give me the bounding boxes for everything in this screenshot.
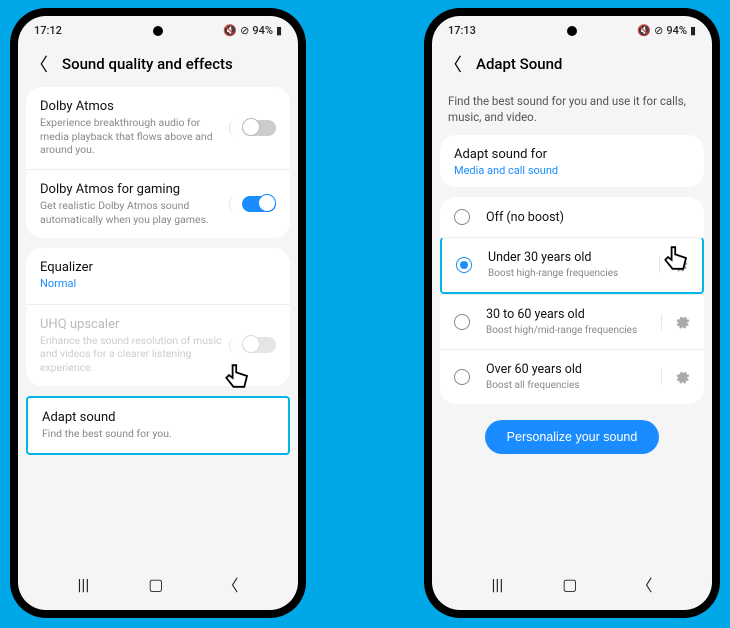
mid-sub: Boost high/mid-range frequencies xyxy=(486,324,653,337)
camera-hole xyxy=(567,26,577,36)
intro-text: Find the best sound for you and use it f… xyxy=(432,87,712,135)
page-header: 〈 Adapt Sound xyxy=(432,41,712,87)
gear-under-30[interactable] xyxy=(659,257,688,273)
under30-label: Under 30 years old xyxy=(488,250,651,265)
page-title: Adapt Sound xyxy=(476,55,562,73)
under30-sub: Boost high-range frequencies xyxy=(488,267,651,280)
back-button[interactable]: 〈 xyxy=(30,51,48,77)
dolby-card: Dolby Atmos Experience breakthrough audi… xyxy=(26,87,290,238)
over60-label: Over 60 years old xyxy=(486,362,653,377)
no-alarm-icon: ⊘ xyxy=(240,24,249,37)
page-title: Sound quality and effects xyxy=(62,55,233,73)
uhq-sub: Enhance the sound resolution of music an… xyxy=(40,334,229,375)
mute-icon: 🔇 xyxy=(637,24,651,37)
status-icons: 🔇 ⊘ 94% ▮ xyxy=(223,24,282,37)
gear-30-60[interactable] xyxy=(661,314,690,330)
dolby-gaming-title: Dolby Atmos for gaming xyxy=(40,182,229,197)
camera-hole xyxy=(153,26,163,36)
battery-icon: ▮ xyxy=(276,24,282,37)
adapt-for-title: Adapt sound for xyxy=(440,135,704,164)
status-time: 17:13 xyxy=(448,24,476,37)
gear-icon xyxy=(672,257,688,273)
adapt-for-value: Media and call sound xyxy=(440,164,704,187)
radio-over-60[interactable] xyxy=(454,369,470,385)
adapt-card-highlighted: Adapt sound Find the best sound for you. xyxy=(26,396,290,455)
nav-back[interactable]: 〈 xyxy=(636,572,652,596)
phone-right: 17:13 🔇 ⊘ 94% ▮ 〈 Adapt Sound Find the b… xyxy=(424,8,720,618)
screen-right: 17:13 🔇 ⊘ 94% ▮ 〈 Adapt Sound Find the b… xyxy=(432,16,712,610)
row-dolby-atmos[interactable]: Dolby Atmos Experience breakthrough audi… xyxy=(26,87,290,169)
eq-title: Equalizer xyxy=(40,260,276,275)
over60-sub: Boost all frequencies xyxy=(486,379,653,392)
page-header: 〈 Sound quality and effects xyxy=(18,41,298,87)
nav-back[interactable]: 〈 xyxy=(222,572,238,596)
row-off[interactable]: Off (no boost) xyxy=(440,197,704,237)
nav-bar: ||| ▢ 〈 xyxy=(18,558,298,610)
dolby-gaming-toggle[interactable] xyxy=(229,195,276,213)
battery-pct: 94% xyxy=(666,24,687,37)
uhq-title: UHQ upscaler xyxy=(40,317,229,332)
uhq-toggle xyxy=(229,336,276,354)
nav-recents[interactable]: ||| xyxy=(78,575,90,594)
radio-off[interactable] xyxy=(454,209,470,225)
radio-under-30[interactable] xyxy=(456,257,472,273)
personalize-button[interactable]: Personalize your sound xyxy=(485,420,660,454)
gear-over-60[interactable] xyxy=(661,369,690,385)
nav-home[interactable]: ▢ xyxy=(148,575,163,594)
row-over-60[interactable]: Over 60 years old Boost all frequencies xyxy=(440,349,704,404)
adapt-sub: Find the best sound for you. xyxy=(42,427,274,441)
row-equalizer[interactable]: Equalizer Normal xyxy=(26,248,290,303)
dolby-sub: Experience breakthrough audio for media … xyxy=(40,116,229,157)
eq-card: Equalizer Normal UHQ upscaler Enhance th… xyxy=(26,248,290,386)
status-icons: 🔇 ⊘ 94% ▮ xyxy=(637,24,696,37)
back-button[interactable]: 〈 xyxy=(444,51,462,77)
row-under-30[interactable]: Under 30 years old Boost high-range freq… xyxy=(440,237,704,294)
content-left: Dolby Atmos Experience breakthrough audi… xyxy=(18,87,298,558)
battery-icon: ▮ xyxy=(690,24,696,37)
phone-left: 17:12 🔇 ⊘ 94% ▮ 〈 Sound quality and effe… xyxy=(10,8,306,618)
dolby-gaming-sub: Get realistic Dolby Atmos sound automati… xyxy=(40,199,229,226)
mid-label: 30 to 60 years old xyxy=(486,307,653,322)
dolby-toggle[interactable] xyxy=(229,119,276,137)
nav-home[interactable]: ▢ xyxy=(562,575,577,594)
battery-pct: 94% xyxy=(252,24,273,37)
row-30-60[interactable]: 30 to 60 years old Boost high/mid-range … xyxy=(440,294,704,349)
row-uhq: UHQ upscaler Enhance the sound resolutio… xyxy=(26,304,290,387)
adapt-title: Adapt sound xyxy=(42,410,274,425)
gear-icon xyxy=(674,314,690,330)
adapt-for-card[interactable]: Adapt sound for Media and call sound xyxy=(440,135,704,187)
row-adapt-sound[interactable]: Adapt sound Find the best sound for you. xyxy=(28,398,288,453)
eq-value: Normal xyxy=(40,277,276,291)
screen-left: 17:12 🔇 ⊘ 94% ▮ 〈 Sound quality and effe… xyxy=(18,16,298,610)
nav-recents[interactable]: ||| xyxy=(492,575,504,594)
no-alarm-icon: ⊘ xyxy=(654,24,663,37)
age-options-card: Off (no boost) Under 30 years old Boost … xyxy=(440,197,704,404)
radio-30-60[interactable] xyxy=(454,314,470,330)
off-label: Off (no boost) xyxy=(486,210,690,225)
dolby-title: Dolby Atmos xyxy=(40,99,229,114)
row-dolby-gaming[interactable]: Dolby Atmos for gaming Get realistic Dol… xyxy=(26,169,290,238)
nav-bar: ||| ▢ 〈 xyxy=(432,558,712,610)
status-time: 17:12 xyxy=(34,24,62,37)
content-right: Adapt sound for Media and call sound Off… xyxy=(432,135,712,558)
mute-icon: 🔇 xyxy=(223,24,237,37)
gear-icon xyxy=(674,369,690,385)
